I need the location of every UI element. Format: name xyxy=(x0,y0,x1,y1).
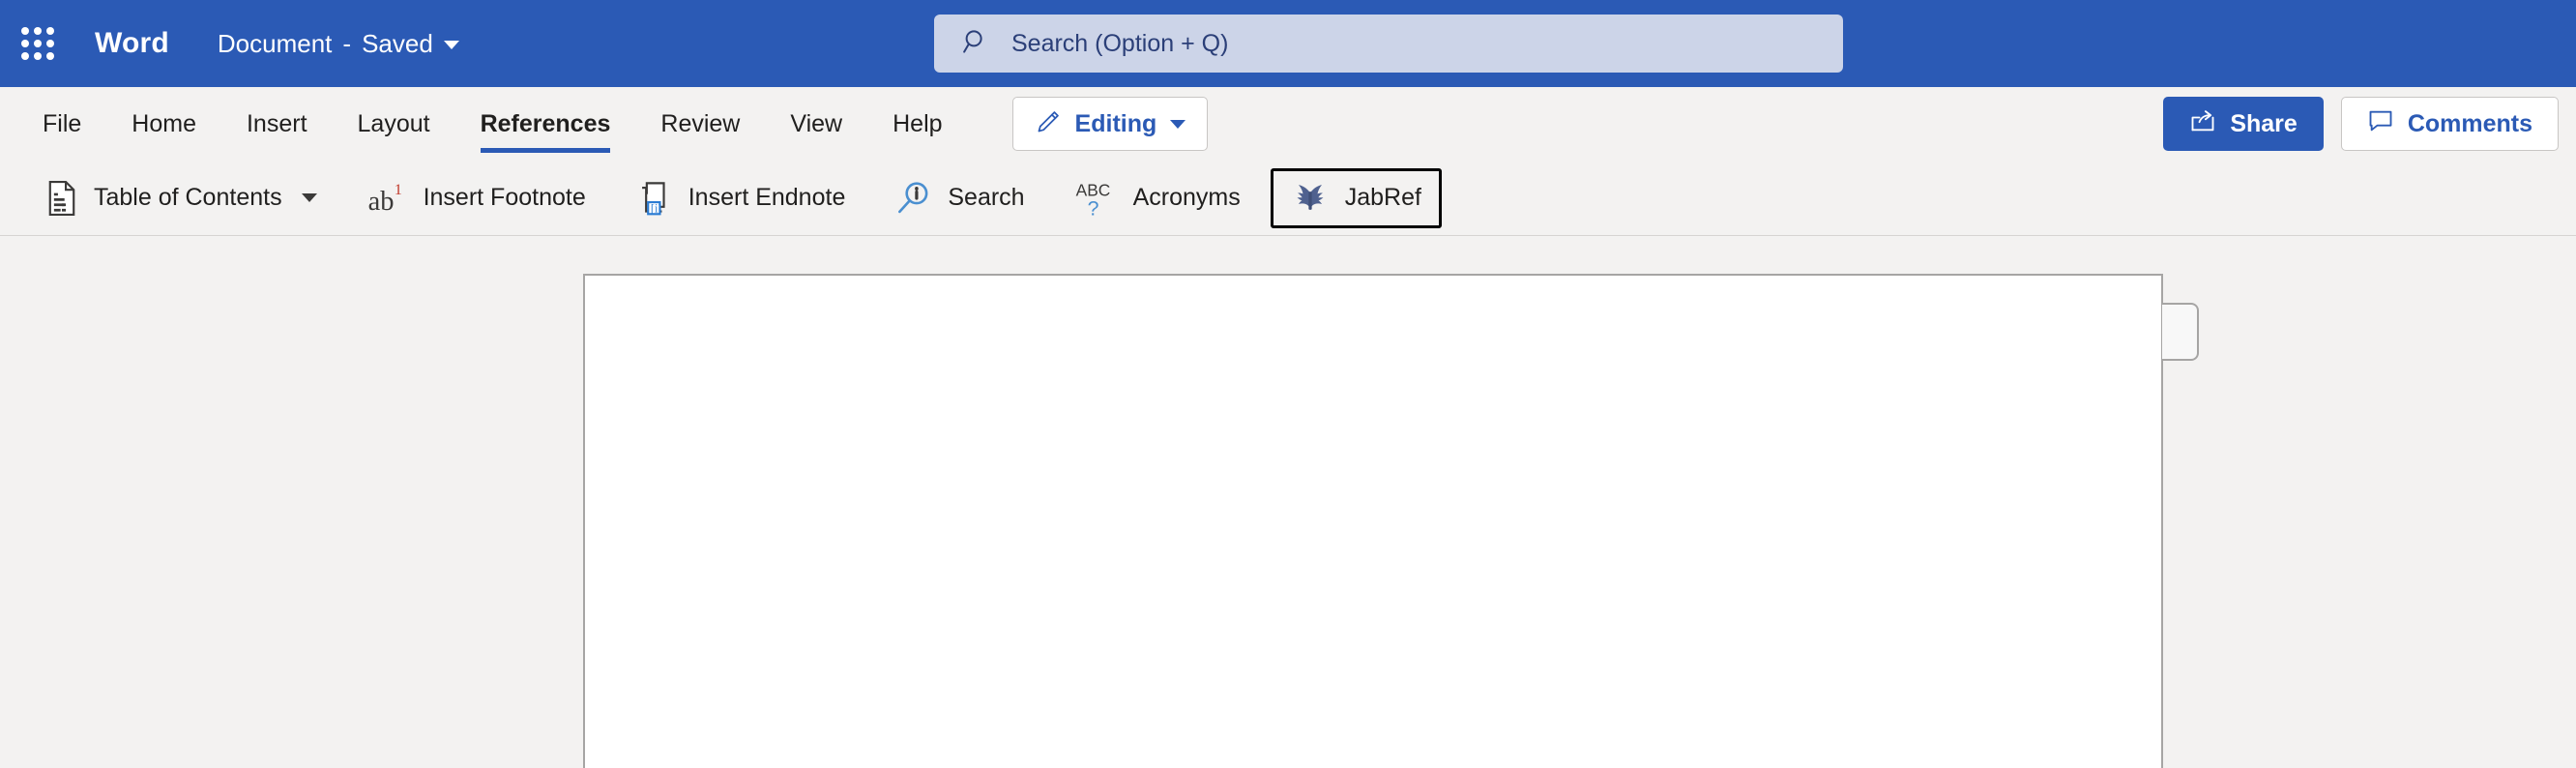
document-name: Document xyxy=(217,28,333,58)
tab-view[interactable]: View xyxy=(765,87,867,161)
tab-file[interactable]: File xyxy=(17,87,106,161)
command-label: Acronyms xyxy=(1132,184,1241,211)
svg-text:1: 1 xyxy=(394,180,401,198)
chevron-down-icon xyxy=(443,41,459,49)
editing-mode-button[interactable]: Editing xyxy=(1011,97,1209,151)
search-placeholder: Search (Option + Q) xyxy=(1011,29,1229,57)
tab-help[interactable]: Help xyxy=(867,87,967,161)
command-label: Insert Endnote xyxy=(688,184,846,211)
pencil-icon xyxy=(1035,108,1062,140)
acronyms-button[interactable]: ABC ? Acronyms xyxy=(1055,168,1261,228)
abc-question-icon: ABC ? xyxy=(1075,179,1118,218)
tab-home[interactable]: Home xyxy=(106,87,221,161)
search-icon xyxy=(961,27,990,61)
tab-label: Home xyxy=(132,109,196,137)
table-of-contents-button[interactable]: Table of Contents xyxy=(25,168,337,228)
comments-label: Comments xyxy=(2407,109,2532,137)
tab-label: Layout xyxy=(357,109,430,137)
chevron-down-icon xyxy=(301,193,317,202)
app-name[interactable]: Word xyxy=(95,27,169,60)
jabref-book-icon xyxy=(1291,179,1330,218)
save-state: Saved xyxy=(362,28,433,58)
ribbon-right-actions: Share Comments xyxy=(2163,97,2559,151)
tab-label: Insert xyxy=(246,109,307,137)
svg-text:[i]: [i] xyxy=(651,201,662,215)
ab-superscript-icon: ab 1 xyxy=(367,180,408,217)
ribbon-command-row: Table of Contents ab 1 Insert Footnote [… xyxy=(0,161,2576,236)
search-input[interactable]: Search (Option + Q) xyxy=(934,15,1843,73)
document-list-icon xyxy=(45,180,78,217)
chevron-down-icon xyxy=(1170,119,1186,129)
insert-endnote-button[interactable]: [i] Insert Endnote xyxy=(616,168,866,228)
command-label: Search xyxy=(948,184,1025,211)
waffle-grid-icon[interactable] xyxy=(21,27,54,60)
svg-text:?: ? xyxy=(1087,196,1098,218)
insert-footnote-button[interactable]: ab 1 Insert Footnote xyxy=(347,168,606,228)
share-button[interactable]: Share xyxy=(2163,97,2324,151)
svg-text:ab: ab xyxy=(367,187,394,217)
title-separator: - xyxy=(342,28,352,58)
document-page[interactable] xyxy=(583,274,2163,768)
document-title-menu[interactable]: Document - Saved xyxy=(218,29,459,59)
editing-label: Editing xyxy=(1074,109,1157,137)
tab-insert[interactable]: Insert xyxy=(221,87,333,161)
magnifier-info-icon xyxy=(895,180,932,217)
share-label: Share xyxy=(2230,109,2298,137)
tab-layout[interactable]: Layout xyxy=(333,87,455,161)
ribbon-tab-row: File Home Insert Layout References Revie… xyxy=(0,87,2576,161)
command-label: Table of Contents xyxy=(94,184,282,211)
share-arrow-icon xyxy=(2189,107,2216,141)
tab-label: Help xyxy=(893,109,943,137)
tab-review[interactable]: Review xyxy=(635,87,765,161)
jabref-button[interactable]: JabRef xyxy=(1270,167,1442,228)
tab-label: References xyxy=(480,109,611,137)
tab-label: Review xyxy=(660,109,741,137)
title-bar: Word Document - Saved Search (Option + Q… xyxy=(0,0,2576,87)
search-command-button[interactable]: Search xyxy=(875,168,1044,228)
command-label: Insert Footnote xyxy=(423,184,586,211)
tab-references[interactable]: References xyxy=(455,87,636,161)
document-canvas xyxy=(0,237,2576,768)
tab-label: File xyxy=(43,109,82,137)
panel-tab-handle[interactable] xyxy=(2162,303,2199,361)
comments-button[interactable]: Comments xyxy=(2340,97,2559,151)
tab-label: View xyxy=(790,109,843,137)
command-label: JabRef xyxy=(1344,184,1421,211)
comment-bubble-icon xyxy=(2367,107,2394,141)
pages-info-icon: [i] xyxy=(636,180,673,217)
